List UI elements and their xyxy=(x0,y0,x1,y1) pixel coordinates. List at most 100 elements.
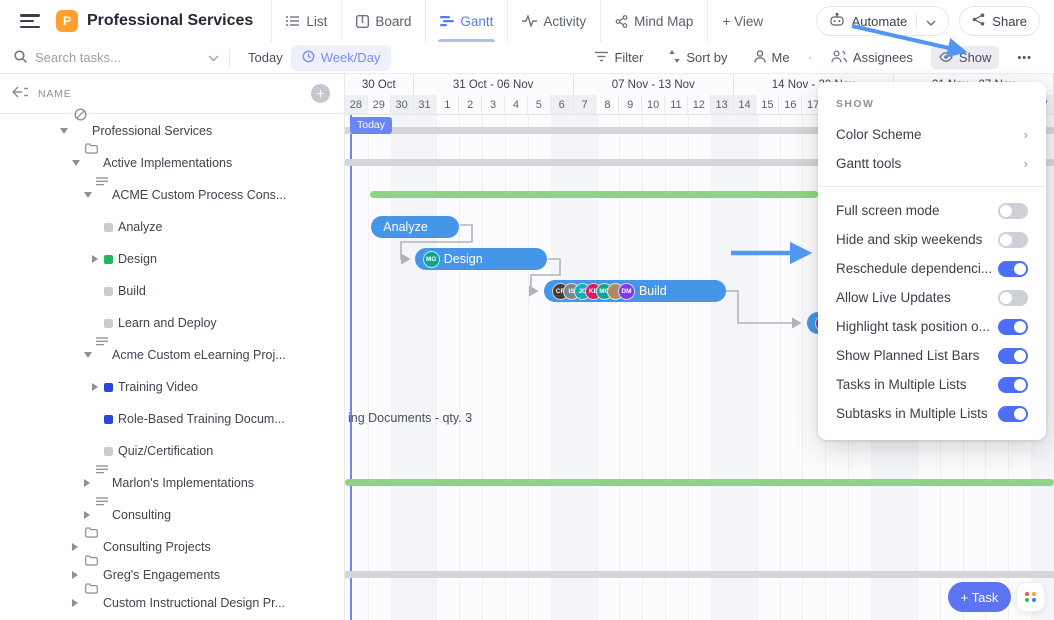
sidebar-row-acme-custom-elearning-proj[interactable]: Acme Custom eLearning Proj... xyxy=(0,337,344,371)
tab-mind-map[interactable]: Mind Map xyxy=(600,0,707,42)
menu-toggle-hide-and-skip-weekends[interactable]: Hide and skip weekends xyxy=(818,225,1046,254)
add-task-button[interactable]: + Task xyxy=(948,582,1011,612)
caret-right-icon[interactable] xyxy=(84,479,90,487)
eye-icon xyxy=(939,50,953,65)
menu-toggle-tasks-in-multiple-lists[interactable]: Tasks in Multiple Lists xyxy=(818,370,1046,399)
sidebar-row-learn-and-deploy[interactable]: Learn and Deploy xyxy=(0,307,344,339)
page-title: Professional Services xyxy=(87,12,254,29)
menu-item-color-scheme[interactable]: Color Scheme › xyxy=(818,120,1046,149)
task-bar-build[interactable]: CR IS JC KB MG DM Build xyxy=(543,280,726,302)
activity-icon xyxy=(522,15,538,27)
toggle-label: Allow Live Updates xyxy=(836,290,951,305)
caret-right-icon[interactable] xyxy=(72,599,78,607)
day-cell: 4 xyxy=(505,95,528,114)
sidebar-row-custom-instructional-design-pr[interactable]: Custom Instructional Design Pr... xyxy=(0,583,344,619)
day-cell: 31 xyxy=(413,95,437,114)
task-tree: Professional Services Active Implementati… xyxy=(0,108,344,620)
toggle-switch[interactable] xyxy=(998,376,1028,393)
hamburger-menu-icon[interactable] xyxy=(20,14,40,28)
sort-by-button[interactable]: Sort by xyxy=(661,46,735,70)
sidebar-row-role-based-training-docum[interactable]: Role-Based Training Docum... xyxy=(0,403,344,435)
toggle-switch[interactable] xyxy=(998,318,1028,335)
search-placeholder: Search tasks... xyxy=(35,50,121,65)
toggle-switch[interactable] xyxy=(998,289,1028,306)
toggle-switch[interactable] xyxy=(998,202,1028,219)
sidebar-row-quiz-certification[interactable]: Quiz/Certification xyxy=(0,435,344,467)
share-button[interactable]: Share xyxy=(959,6,1040,36)
caret-down-icon[interactable] xyxy=(60,128,68,134)
sidebar-row-active-implementations[interactable]: Active Implementations xyxy=(0,143,344,179)
sidebar-row-professional-services[interactable]: Professional Services xyxy=(0,108,344,147)
more-options-button[interactable]: ••• xyxy=(1009,48,1040,68)
caret-right-icon[interactable] xyxy=(92,383,98,391)
assignees-button[interactable]: Assignees xyxy=(823,46,921,70)
toggle-label: Reschedule dependenci... xyxy=(836,261,993,276)
automate-button[interactable]: Automate xyxy=(815,6,950,36)
sidebar-row-consulting[interactable]: Consulting xyxy=(0,497,344,531)
caret-down-icon[interactable] xyxy=(84,192,92,198)
apps-launcher-button[interactable] xyxy=(1016,582,1045,612)
tab-activity[interactable]: Activity xyxy=(507,0,600,42)
task-label: Consulting Projects xyxy=(103,540,211,554)
sidebar-row-build[interactable]: Build xyxy=(0,275,344,307)
toggle-switch[interactable] xyxy=(998,260,1028,277)
assignee-avatars: CR IS JC KB MG DM xyxy=(551,282,635,300)
filter-button[interactable]: Filter xyxy=(587,46,651,69)
menu-toggle-highlight-task-position-o[interactable]: Highlight task position o... xyxy=(818,312,1046,341)
menu-toggle-full-screen-mode[interactable]: Full screen mode xyxy=(818,196,1046,225)
menu-item-gantt-tools[interactable]: Gantt tools › xyxy=(818,149,1046,178)
sidebar-row-acme-custom-process-cons[interactable]: ACME Custom Process Cons... xyxy=(0,177,344,211)
chevron-down-icon[interactable] xyxy=(926,14,936,29)
day-cell: 10 xyxy=(642,95,666,114)
planned-list-bar[interactable] xyxy=(345,571,1054,578)
caret-down-icon[interactable] xyxy=(72,160,80,166)
day-cell: 5 xyxy=(528,95,551,114)
search-input[interactable]: Search tasks... xyxy=(14,49,219,66)
task-bar-design[interactable]: MG Design xyxy=(414,248,548,270)
tab-list[interactable]: List xyxy=(271,0,341,42)
toggle-switch[interactable] xyxy=(998,405,1028,422)
space-badge[interactable]: P xyxy=(56,10,78,32)
add-task-column-button[interactable]: + xyxy=(311,84,330,103)
task-label: Analyze xyxy=(118,220,163,234)
caret-down-icon[interactable] xyxy=(84,352,92,358)
menu-title: SHOW xyxy=(836,98,875,110)
today-button[interactable]: Today xyxy=(240,46,291,69)
day-cell: 6 xyxy=(550,95,574,114)
caret-right-icon[interactable] xyxy=(84,511,90,519)
tab-gantt[interactable]: Gantt xyxy=(425,0,507,42)
list-summary-bar[interactable] xyxy=(370,191,819,198)
toggle-switch[interactable] xyxy=(998,231,1028,248)
list-summary-bar[interactable] xyxy=(345,479,1054,486)
mind-map-icon xyxy=(615,14,628,28)
task-bar-analyze[interactable]: Analyze xyxy=(371,216,460,238)
show-button[interactable]: Show xyxy=(930,46,1000,69)
caret-right-icon[interactable] xyxy=(72,571,78,579)
folder-icon xyxy=(85,141,98,159)
list-icon xyxy=(96,494,108,512)
sidebar-row-design[interactable]: Design xyxy=(0,243,344,275)
sidebar-row-analyze[interactable]: Analyze xyxy=(0,211,344,243)
scale-selector[interactable]: Week/Day xyxy=(290,44,392,71)
sidebar-row-marlon-s-implementations[interactable]: Marlon's Implementations xyxy=(0,465,344,499)
today-line xyxy=(350,115,352,620)
menu-toggle-show-planned-list-bars[interactable]: Show Planned List Bars xyxy=(818,341,1046,370)
caret-right-icon[interactable] xyxy=(72,543,78,551)
menu-toggle-allow-live-updates[interactable]: Allow Live Updates xyxy=(818,283,1046,312)
chevron-down-icon[interactable] xyxy=(208,50,219,65)
menu-toggle-subtasks-in-multiple-lists[interactable]: Subtasks in Multiple Lists xyxy=(818,399,1046,428)
caret-right-icon[interactable] xyxy=(92,255,98,263)
day-cell: 16 xyxy=(779,95,803,114)
tab-board[interactable]: Board xyxy=(341,0,425,42)
menu-toggle-reschedule-dependenci[interactable]: Reschedule dependenci... xyxy=(818,254,1046,283)
sidebar-row-training-video[interactable]: Training Video xyxy=(0,371,344,403)
assignee-avatars: MG xyxy=(422,250,440,268)
toggle-switch[interactable] xyxy=(998,347,1028,364)
collapse-sidebar-icon[interactable] xyxy=(11,85,28,104)
me-filter-button[interactable]: Me xyxy=(746,46,798,70)
sort-icon xyxy=(669,49,680,66)
day-cell: 12 xyxy=(688,95,711,114)
today-marker[interactable]: Today xyxy=(350,117,393,134)
day-cell: 13 xyxy=(710,95,734,114)
tab-add-view[interactable]: + View xyxy=(707,0,777,42)
